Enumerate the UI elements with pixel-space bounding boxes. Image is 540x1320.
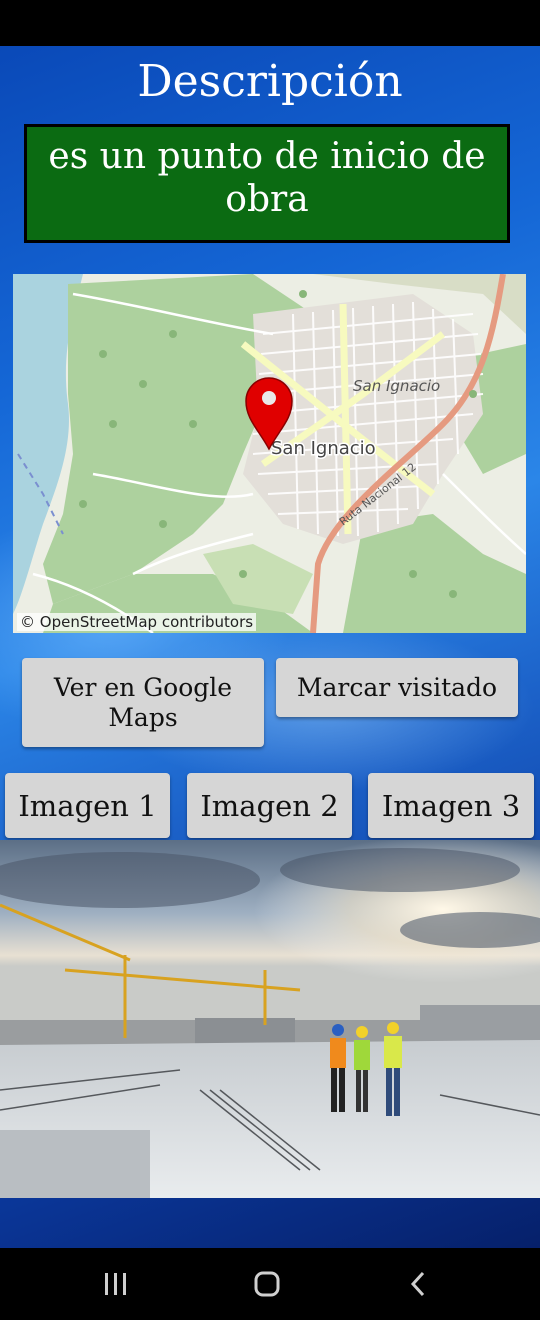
back-icon[interactable] (404, 1270, 434, 1298)
image-2-button[interactable]: Imagen 2 (187, 773, 352, 838)
map-view[interactable]: Ruta Nacional 12 San Ignacio San Ignacio… (13, 274, 526, 633)
map-tiles: Ruta Nacional 12 San Ignacio San Ignacio (13, 274, 526, 633)
app-screen: Descripción es un punto de inicio de obr… (0, 46, 540, 1248)
construction-site-photo (0, 840, 540, 1198)
status-bar (0, 0, 540, 46)
recent-apps-icon[interactable] (101, 1270, 131, 1298)
description-box: es un punto de inicio de obra (24, 124, 510, 243)
system-navigation-bar (0, 1248, 540, 1320)
open-google-maps-button[interactable]: Ver en Google Maps (22, 658, 264, 747)
place-label: San Ignacio (271, 438, 376, 459)
page-title: Descripción (137, 56, 403, 107)
place-label-secondary: San Ignacio (353, 377, 440, 395)
mark-visited-button[interactable]: Marcar visitado (276, 658, 518, 717)
home-icon[interactable] (252, 1270, 282, 1298)
image-3-button[interactable]: Imagen 3 (368, 773, 534, 838)
map-attribution[interactable]: © OpenStreetMap contributors (17, 613, 257, 631)
image-1-button[interactable]: Imagen 1 (5, 773, 170, 838)
